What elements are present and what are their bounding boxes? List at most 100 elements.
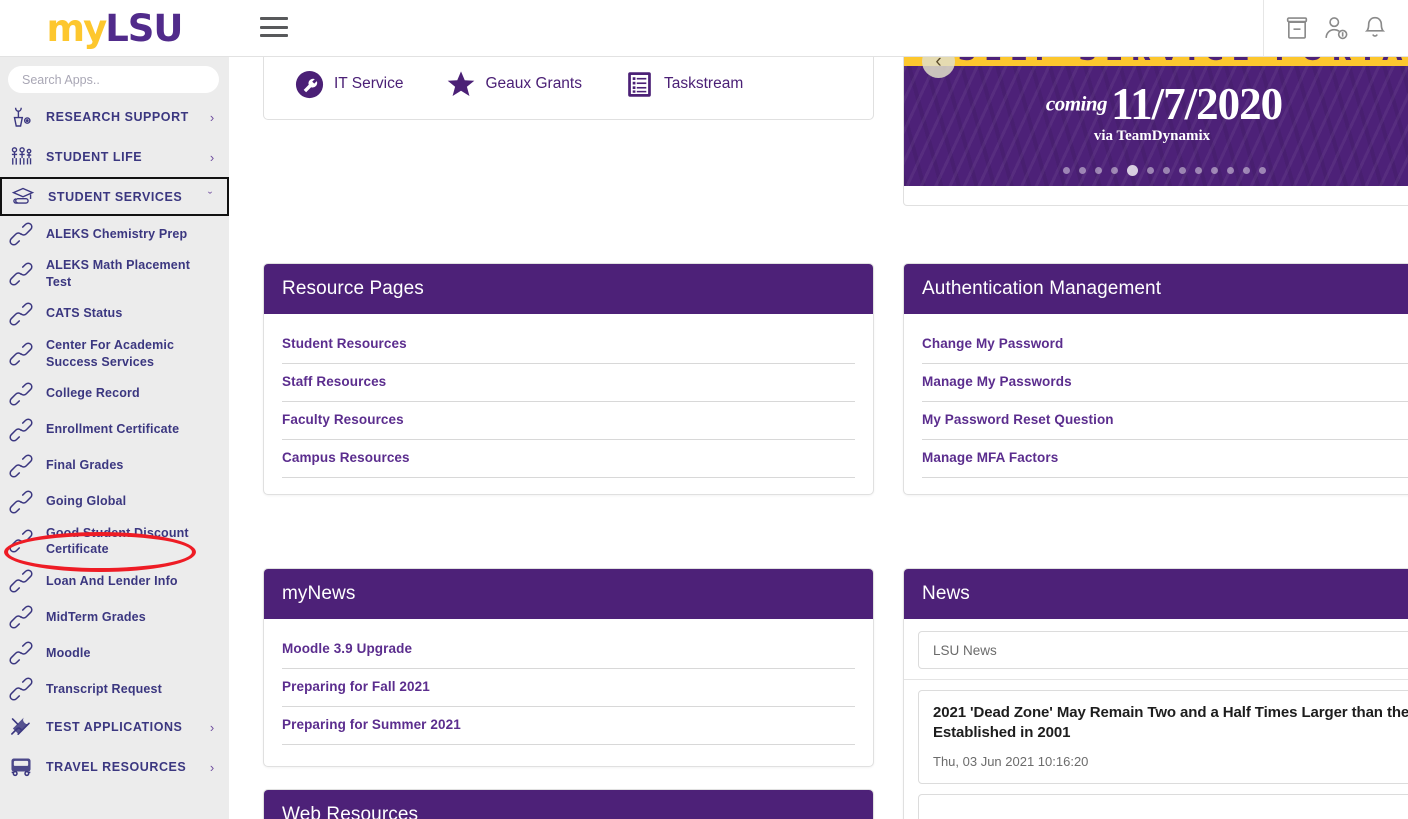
news-link[interactable]: Preparing for Summer 2021 xyxy=(282,717,461,732)
card-my-news: myNews Moodle 3.9 Upgrade Preparing for … xyxy=(263,568,874,767)
test-applications-icon xyxy=(8,715,34,739)
news-source-filter[interactable]: LSU News xyxy=(918,631,1408,669)
search-input[interactable] xyxy=(8,66,219,93)
quick-link-geaux-grants[interactable]: Geaux Grants xyxy=(446,69,582,100)
sidebar-item-good-student-discount-certificate[interactable]: Good Student Discount Certificate xyxy=(0,520,229,564)
sidebar-item-moodle[interactable]: Moodle xyxy=(0,635,229,671)
list-item[interactable]: Preparing for Summer 2021 xyxy=(282,707,855,745)
list-item[interactable]: Staff Resources xyxy=(282,364,855,402)
carousel-dot[interactable] xyxy=(1258,167,1266,174)
sidebar-item-label: Enrollment Certificate xyxy=(46,422,180,437)
sidebar-group-student-services[interactable]: STUDENT SERVICES ˇ xyxy=(0,177,229,216)
carousel-dot[interactable] xyxy=(1146,167,1154,174)
link-chain-icon xyxy=(8,417,34,442)
carousel-dot[interactable] xyxy=(1078,167,1086,174)
carousel-dot-indicators xyxy=(904,165,1408,176)
sidebar-item-enrollment-certificate[interactable]: Enrollment Certificate xyxy=(0,412,229,448)
promo-carousel[interactable]: SELF-SERVICE PORTA coming 11/7/2020 via … xyxy=(903,57,1408,206)
carousel-dot[interactable] xyxy=(1242,167,1250,174)
carousel-dot[interactable] xyxy=(1210,167,1218,174)
main-content-area: IT Service Geaux Grants Taskstream comin… xyxy=(229,57,1408,819)
carousel-dot[interactable] xyxy=(1126,165,1138,176)
news-article-date: Thu, 03 Jun 2021 10:16:20 xyxy=(933,753,1089,769)
sidebar-group-label: TRAVEL RESOURCES xyxy=(46,760,187,775)
hamburger-bar xyxy=(260,34,288,37)
news-article-item[interactable]: 2021 'Dead Zone' May Remain Two and a Ha… xyxy=(918,690,1408,784)
link-chain-icon xyxy=(8,222,34,246)
sidebar-item-loan-and-lender-info[interactable]: Loan And Lender Info xyxy=(0,563,229,599)
link-chain-icon xyxy=(8,489,34,514)
sidebar-item-going-global[interactable]: Going Global xyxy=(0,484,229,520)
carousel-dot[interactable] xyxy=(1194,167,1202,174)
list-item[interactable]: Faculty Resources xyxy=(282,402,855,440)
travel-resources-icon xyxy=(8,755,34,779)
list-item[interactable]: My Password Reset Question xyxy=(922,402,1408,440)
card-title: Resource Pages xyxy=(264,264,873,314)
resource-link[interactable]: Student Resources xyxy=(282,336,407,351)
list-item[interactable]: Moodle 3.9 Upgrade xyxy=(282,631,855,669)
auth-link[interactable]: Change My Password xyxy=(922,336,1063,351)
carousel-dot[interactable] xyxy=(1226,167,1234,174)
student-life-icon xyxy=(8,145,34,169)
notifications-bell-icon[interactable] xyxy=(1361,14,1389,42)
sidebar-item-final-grades[interactable]: Final Grades xyxy=(0,448,229,484)
carousel-dot[interactable] xyxy=(1162,167,1170,174)
sidebar-item-cats-status[interactable]: CATS Status xyxy=(0,296,229,332)
chevron-right-icon: › xyxy=(209,719,215,735)
sidebar-group-test-applications[interactable]: TEST APPLICATIONS › xyxy=(0,707,229,747)
quick-link-taskstream[interactable]: Taskstream xyxy=(624,69,743,100)
carousel-dot[interactable] xyxy=(1178,167,1186,174)
sidebar-item-label: Final Grades xyxy=(46,458,124,473)
list-item[interactable]: Campus Resources xyxy=(282,440,855,478)
wrench-circle-icon xyxy=(294,69,325,100)
resource-link[interactable]: Faculty Resources xyxy=(282,412,404,427)
hamburger-menu-icon[interactable] xyxy=(260,14,288,40)
link-chain-icon xyxy=(8,342,34,366)
sidebar-group-student-life[interactable]: STUDENT LIFE › xyxy=(0,137,229,177)
list-item[interactable]: Manage MFA Factors xyxy=(922,440,1408,478)
resource-link[interactable]: Staff Resources xyxy=(282,374,386,389)
news-article-item[interactable] xyxy=(918,793,1408,819)
sidebar-item-label: MidTerm Grades xyxy=(46,609,146,624)
carousel-dot[interactable] xyxy=(1062,167,1070,174)
sidebar-item-label: Center For Academic Success Services xyxy=(46,337,175,369)
sidebar-item-aleks-chemistry-prep[interactable]: ALEKS Chemistry Prep xyxy=(0,216,229,252)
list-document-icon xyxy=(624,69,655,100)
news-link[interactable]: Moodle 3.9 Upgrade xyxy=(282,641,412,656)
chevron-right-icon: › xyxy=(209,759,215,775)
hamburger-bar xyxy=(260,25,288,29)
inbox-icon[interactable] xyxy=(1283,14,1311,42)
carousel-dot[interactable] xyxy=(1110,167,1118,174)
sidebar-item-aleks-math-placement-test[interactable]: ALEKS Math Placement Test xyxy=(0,252,229,296)
sidebar-group-travel-resources[interactable]: TRAVEL RESOURCES › xyxy=(0,747,229,787)
auth-link[interactable]: Manage MFA Factors xyxy=(922,450,1058,465)
divider xyxy=(904,679,1408,680)
app-sidebar: RESEARCH SUPPORT › STUDENT LIFE › xyxy=(0,57,229,819)
quick-link-it-service[interactable]: IT Service xyxy=(294,69,404,100)
carousel-banner-body: coming 11/7/2020 via TeamDynamix xyxy=(904,66,1408,186)
list-item[interactable]: Preparing for Fall 2021 xyxy=(282,669,855,707)
sidebar-item-midterm-grades[interactable]: MidTerm Grades xyxy=(0,599,229,635)
sidebar-item-college-record[interactable]: College Record xyxy=(0,376,229,412)
list-item[interactable]: Student Resources xyxy=(282,326,855,364)
link-chain-icon xyxy=(8,529,34,553)
sidebar-group-label: STUDENT LIFE xyxy=(46,150,143,164)
sidebar-group-research-support[interactable]: RESEARCH SUPPORT › xyxy=(0,97,229,137)
mylsu-logo[interactable]: myLSU xyxy=(0,0,229,56)
chevron-down-icon: ˇ xyxy=(207,189,213,204)
auth-link[interactable]: My Password Reset Question xyxy=(922,412,1114,427)
carousel-dot[interactable] xyxy=(1094,167,1102,174)
sidebar-item-center-for-academic-success-services[interactable]: Center For Academic Success Services xyxy=(0,332,229,376)
user-account-icon[interactable] xyxy=(1322,14,1350,42)
resource-link[interactable]: Campus Resources xyxy=(282,450,410,465)
auth-link[interactable]: Manage My Passwords xyxy=(922,374,1072,389)
sidebar-item-label: College Record xyxy=(46,386,140,401)
sidebar-search-container xyxy=(0,57,229,97)
list-item[interactable]: Change My Password xyxy=(922,326,1408,364)
sidebar-item-transcript-request[interactable]: Transcript Request xyxy=(0,671,229,707)
list-item[interactable]: Manage My Passwords xyxy=(922,364,1408,402)
chevron-right-icon: › xyxy=(209,109,215,125)
news-link[interactable]: Preparing for Fall 2021 xyxy=(282,679,430,694)
sidebar-item-label: Transcript Request xyxy=(46,681,162,696)
link-chain-icon xyxy=(8,641,34,665)
